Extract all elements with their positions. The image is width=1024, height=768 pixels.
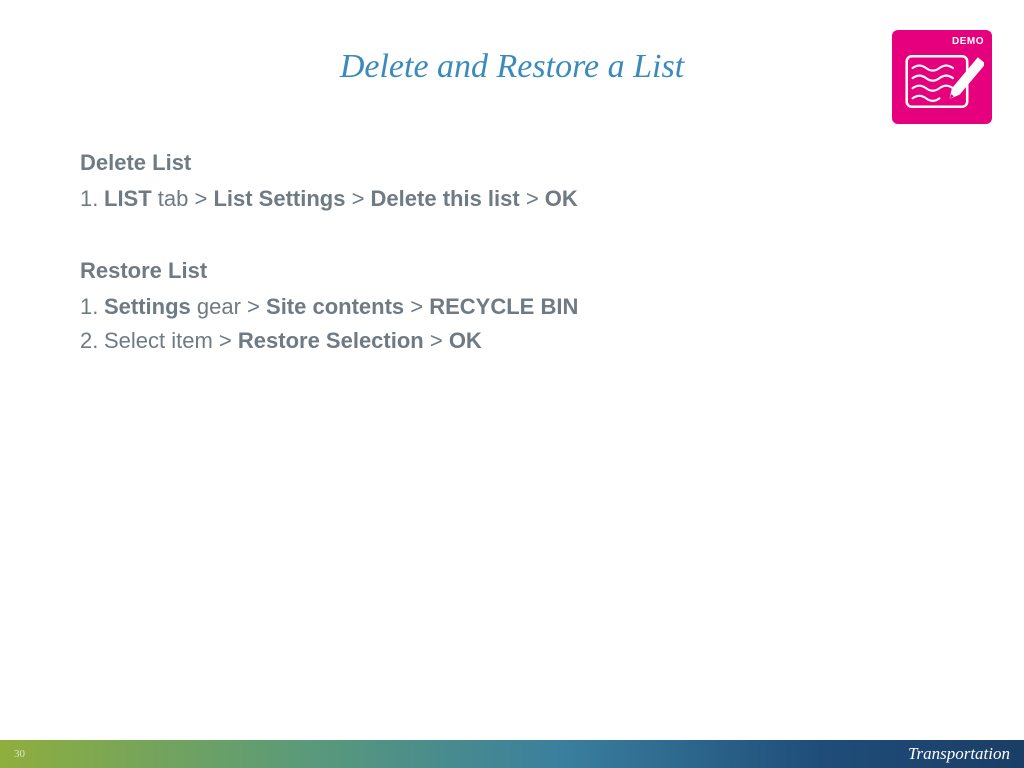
slide-body: Delete List 1. LIST tab > List Settings … bbox=[80, 146, 840, 358]
step-text: Settings gear > Site contents > RECYCLE … bbox=[104, 290, 578, 324]
slide-title: Delete and Restore a List bbox=[0, 48, 1024, 86]
step-number: 1. bbox=[80, 290, 104, 324]
step-text: LIST tab > List Settings > Delete this l… bbox=[104, 182, 578, 216]
slide: Delete and Restore a List DEMO Delete Li… bbox=[0, 0, 1024, 768]
restore-step-2: 2. Select item > Restore Selection > OK bbox=[80, 324, 840, 358]
delete-heading: Delete List bbox=[80, 146, 840, 180]
footer-bar: 30 Transportation bbox=[0, 740, 1024, 768]
step-number: 2. bbox=[80, 324, 104, 358]
demo-badge-label: DEMO bbox=[900, 36, 984, 47]
step-text: Select item > Restore Selection > OK bbox=[104, 324, 482, 358]
page-number: 30 bbox=[14, 748, 25, 760]
demo-badge: DEMO bbox=[892, 30, 992, 124]
notepad-pencil-icon bbox=[900, 47, 984, 116]
step-number: 1. bbox=[80, 182, 104, 216]
restore-heading: Restore List bbox=[80, 254, 840, 288]
footer-brand: Transportation bbox=[908, 744, 1010, 764]
restore-step-1: 1. Settings gear > Site contents > RECYC… bbox=[80, 290, 840, 324]
delete-step-1: 1. LIST tab > List Settings > Delete thi… bbox=[80, 182, 840, 216]
